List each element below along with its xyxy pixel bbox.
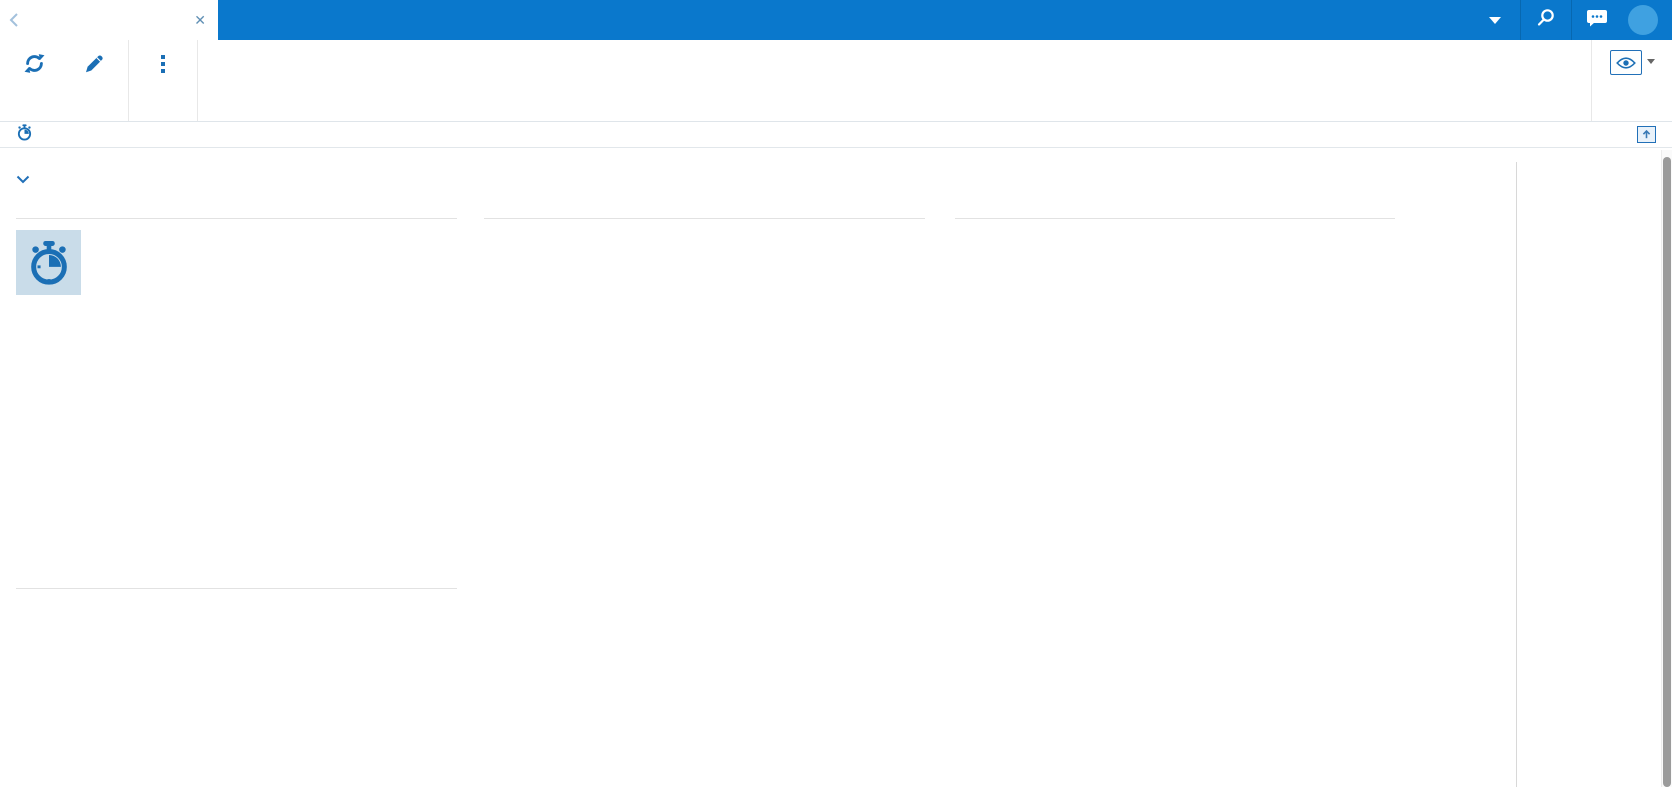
feedback-button[interactable] — [1572, 0, 1622, 40]
more-button[interactable] — [133, 45, 193, 112]
back-chevron-icon[interactable] — [6, 12, 22, 28]
popout-button[interactable] — [1637, 126, 1656, 143]
eye-icon — [1609, 50, 1642, 75]
more-dots-icon — [161, 50, 165, 77]
search-icon — [1536, 8, 1556, 33]
record-header — [0, 122, 1672, 148]
views-button[interactable] — [1599, 45, 1665, 112]
edit-button[interactable] — [64, 45, 124, 112]
group-information — [484, 209, 925, 232]
ribbon-group-label — [133, 112, 193, 119]
group-recurrence — [955, 209, 1395, 232]
tab-close-icon[interactable]: ✕ — [192, 12, 208, 29]
group-timer — [16, 209, 457, 295]
app-window: ✕ — [0, 0, 1672, 787]
group-error — [16, 579, 457, 602]
group-divider — [16, 218, 457, 219]
timer-entity-icon — [16, 230, 81, 295]
page-tab-sidebar — [1516, 162, 1659, 787]
group-divider — [16, 588, 457, 589]
chevron-down-icon — [1489, 16, 1501, 24]
refresh-button[interactable] — [4, 45, 64, 112]
scrollbar-thumb[interactable] — [1663, 157, 1671, 787]
group-divider — [955, 218, 1395, 219]
refresh-icon — [23, 50, 46, 77]
vertical-scrollbar[interactable] — [1661, 150, 1672, 787]
user-avatar[interactable] — [1628, 5, 1658, 35]
ribbon-group-actions — [129, 40, 198, 121]
top-bar: ✕ — [0, 0, 1672, 40]
ribbon-group-label — [4, 112, 124, 119]
ribbon-group-general — [0, 40, 129, 121]
timer-icon — [16, 123, 33, 146]
topbar-actions — [1470, 0, 1672, 40]
document-tab[interactable]: ✕ — [0, 0, 218, 40]
search-button[interactable] — [1521, 0, 1571, 40]
chevron-down-icon — [16, 171, 30, 189]
chat-icon — [1586, 9, 1608, 32]
ribbon-spacer — [198, 40, 1591, 121]
group-divider — [484, 218, 925, 219]
detail-page — [0, 149, 1672, 787]
edit-pencil-icon — [83, 50, 105, 77]
views-dropdown-caret[interactable] — [1646, 59, 1655, 64]
ribbon-group-page — [1591, 40, 1672, 121]
details-collapse-header[interactable] — [16, 171, 42, 189]
ribbon-toolbar — [0, 40, 1672, 122]
menu-dropdown-button[interactable] — [1470, 0, 1520, 40]
